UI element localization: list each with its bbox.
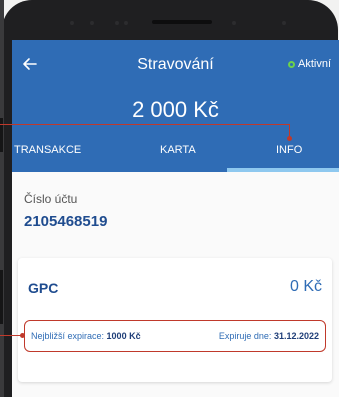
tab-info[interactable]: INFO bbox=[276, 144, 302, 156]
account-label: Číslo účtu bbox=[24, 192, 78, 206]
tab-active-indicator bbox=[227, 168, 339, 172]
expiry-date: Expiruje dne: 31.12.2022 bbox=[219, 331, 319, 341]
account-number: 2105468519 bbox=[24, 213, 108, 230]
sensor-dot bbox=[70, 21, 74, 25]
expiry-amount: 1000 Kč bbox=[106, 331, 141, 341]
app-screen: Stravování Aktivní 2 000 Kč TRANSAKCE KA… bbox=[12, 40, 339, 397]
expires-date: 31.12.2022 bbox=[273, 331, 319, 341]
phone-edge bbox=[0, 0, 4, 397]
callout-line-info bbox=[0, 124, 290, 125]
sensor-dot bbox=[124, 21, 128, 25]
expiry-info: Nejbližší expirace: 1000 Kč Expiruje dne… bbox=[24, 320, 326, 352]
callout-line-expiry bbox=[0, 335, 22, 336]
callout-dot-info bbox=[287, 136, 292, 141]
sensor-dot bbox=[90, 21, 94, 25]
phone-speaker bbox=[152, 20, 212, 24]
status-badge: Aktivní bbox=[287, 58, 331, 70]
sensor-dot bbox=[282, 21, 286, 25]
card-balance: 0 Kč bbox=[289, 278, 322, 295]
status-label: Aktivní bbox=[297, 58, 331, 70]
nearest-expiry: Nejbližší expirace: 1000 Kč bbox=[31, 331, 141, 341]
sensor-dot bbox=[232, 21, 236, 25]
voucher-card[interactable]: GPC 0 Kč Nejbližší expirace: 1000 Kč Exp… bbox=[18, 258, 332, 382]
balance-amount: 2 000 Kč bbox=[132, 97, 219, 122]
sensor-dot bbox=[115, 21, 119, 25]
status-dot-icon bbox=[287, 60, 295, 68]
expires-label: Expiruje dne: bbox=[218, 331, 272, 341]
expiry-label: Nejbližší expirace: bbox=[31, 331, 105, 341]
tab-transakce[interactable]: TRANSAKCE bbox=[14, 144, 81, 156]
app-header: Stravování Aktivní 2 000 Kč TRANSAKCE KA… bbox=[12, 40, 339, 172]
callout-dot-expiry bbox=[20, 333, 25, 338]
phone-side-button bbox=[0, 270, 3, 324]
card-name: GPC bbox=[28, 280, 59, 296]
phone-camera-bar bbox=[0, 10, 339, 36]
tab-karta[interactable]: KARTA bbox=[160, 144, 196, 156]
